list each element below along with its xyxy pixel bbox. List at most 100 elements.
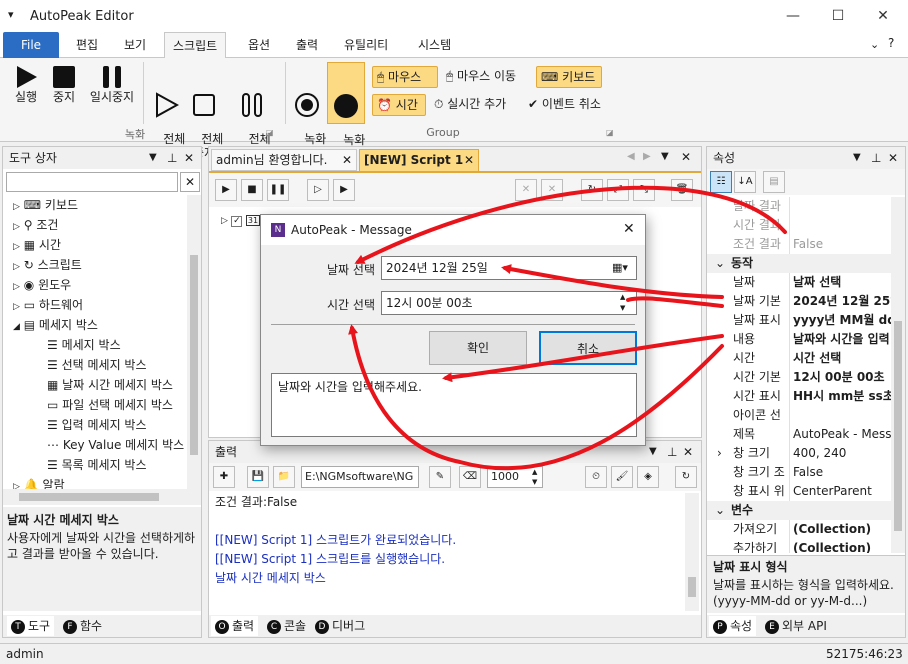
timestamp-button[interactable]: ⏲ xyxy=(585,466,607,488)
new-log-button[interactable]: ✚ xyxy=(213,466,235,488)
dropdown-icon[interactable]: ▼ xyxy=(649,441,657,463)
tree-item-input-messagebox[interactable]: ☰ 입력 메세지 박스 xyxy=(3,415,186,435)
tab-script-1[interactable]: [NEW] Script 1 ✕ xyxy=(359,149,479,171)
dropdown-icon[interactable]: ▼ xyxy=(661,151,669,162)
collapse-icon[interactable]: ⌄ xyxy=(715,501,725,520)
tree-item-messagebox[interactable]: ◢ ▤ 메세지 박스 xyxy=(3,315,186,335)
ribbon-collapse-icon[interactable]: ⌄ xyxy=(870,38,879,51)
collapse-button[interactable]: ⤡ xyxy=(633,179,655,201)
menu-edit[interactable]: 편집 xyxy=(68,32,106,58)
tab-welcome[interactable]: admin님 환영합니다. ✕ xyxy=(211,149,357,171)
system-menu-icon[interactable]: ▾ xyxy=(8,8,14,21)
run-button[interactable]: 실행 xyxy=(8,64,44,104)
dropdown-icon[interactable]: ▼ xyxy=(853,147,861,169)
tree-item-list-messagebox[interactable]: ☰ 목록 메세지 박스 xyxy=(3,455,186,475)
menu-utility[interactable]: 유틸리티 xyxy=(336,32,396,58)
refresh-button[interactable]: ↻ xyxy=(581,179,603,201)
property-row[interactable]: 내용 날짜와 시간을 입력 xyxy=(707,330,891,349)
close-icon[interactable]: ✕ xyxy=(623,221,635,237)
alphabetical-button[interactable]: ↓A xyxy=(734,171,756,193)
property-row[interactable]: 창 표시 위 CenterParent xyxy=(707,482,891,501)
pause-button[interactable]: 일시중지 xyxy=(86,64,138,104)
property-row[interactable]: 시간 결과 xyxy=(707,216,891,235)
tab-debug[interactable]: D 디버그 xyxy=(311,616,369,636)
tree-item-alarm[interactable]: ▷ 🔔 알람 xyxy=(3,475,186,489)
calendar-dropdown-icon[interactable]: ▦▾ xyxy=(612,257,628,279)
time-record-toggle[interactable]: ⏰ 시간 xyxy=(372,94,426,116)
script-run-from-button[interactable]: ▷ xyxy=(307,179,329,201)
property-category[interactable]: 변수 ⌄ xyxy=(707,501,891,520)
property-row[interactable]: 날짜 날짜 선택 xyxy=(707,273,891,292)
help-icon[interactable]: ? xyxy=(888,36,894,50)
close-icon[interactable]: ✕ xyxy=(888,147,898,169)
tab-scroll-left-icon[interactable]: ◀ xyxy=(627,151,635,162)
property-row[interactable]: 시간 시간 선택 xyxy=(707,349,891,368)
menu-output[interactable]: 출력 xyxy=(288,32,326,58)
scroll-thumb[interactable] xyxy=(190,255,198,455)
property-row[interactable]: 창 크기 조 False xyxy=(707,463,891,482)
keyboard-record-toggle[interactable]: ⌨ 키보드 xyxy=(536,66,602,88)
toolbox-search-input[interactable] xyxy=(6,172,178,192)
pin-icon[interactable]: ⊥ xyxy=(871,147,881,169)
property-row[interactable]: 시간 표시 HH시 mm분 ss초 xyxy=(707,387,891,406)
menu-script[interactable]: 스크립트 xyxy=(164,32,227,59)
close-icon[interactable]: ✕ xyxy=(683,441,693,463)
pin-icon[interactable]: ⊥ xyxy=(667,441,677,463)
pin-icon[interactable]: ⊥ xyxy=(167,147,177,169)
tab-properties[interactable]: P 속성 xyxy=(709,616,757,636)
expand-button[interactable]: ⤢ xyxy=(607,179,629,201)
dropdown-icon[interactable]: ▼ xyxy=(149,147,157,169)
spinner-icon[interactable]: ▲ ▼ xyxy=(620,292,625,314)
auto-clear-button[interactable]: ✎ xyxy=(429,466,451,488)
tab-console[interactable]: C 콘솔 xyxy=(263,616,310,636)
clear-button[interactable]: ✕ xyxy=(541,179,563,201)
fill-color-button[interactable]: ◈ xyxy=(637,466,659,488)
mouse-record-toggle[interactable]: 🖱 마우스 xyxy=(372,66,438,88)
script-tree-root[interactable]: ▷ ✓ 31 xyxy=(221,213,261,227)
script-stop-button[interactable]: ■ xyxy=(241,179,263,201)
tree-item-keyboard[interactable]: ▷ ⌨ 키보드 xyxy=(3,195,186,215)
expand-icon[interactable]: › xyxy=(717,444,722,463)
tab-scroll-right-icon[interactable]: ▶ xyxy=(643,151,651,162)
eraser-button[interactable]: ⌫ xyxy=(459,466,481,488)
open-folder-button[interactable]: 📁 xyxy=(273,466,295,488)
stop-button[interactable]: 중지 xyxy=(46,64,82,104)
close-icon[interactable]: ✕ xyxy=(184,147,194,169)
property-row[interactable]: 날짜 표시 yyyy년 MM월 dd xyxy=(707,311,891,330)
trash-button[interactable]: 🗑 xyxy=(671,179,693,201)
tree-item-script[interactable]: ▷ ↻ 스크립트 xyxy=(3,255,186,275)
mouse-move-toggle[interactable]: 🖱 마우스 이동 xyxy=(442,66,520,88)
maximize-button[interactable]: ☐ xyxy=(815,0,861,32)
realtime-add-toggle[interactable]: ⏱ 실시간 추가 xyxy=(430,94,510,116)
close-icon[interactable]: ✕ xyxy=(681,150,691,164)
max-lines-input[interactable]: 1000 ▲ ▼ xyxy=(487,466,543,488)
record-stop-button[interactable]: 녹화 중지 xyxy=(327,62,365,161)
property-row[interactable]: 추가하기 (Collection) xyxy=(707,539,891,553)
message-textbox[interactable]: 날짜와 시간을 입력해주세요. xyxy=(271,373,637,437)
tab-tools[interactable]: T 도구 xyxy=(7,616,55,636)
property-row[interactable]: 날짜 기본 2024년 12월 25일 xyxy=(707,292,891,311)
tree-item-hardware[interactable]: ▷ ▭ 하드웨어 xyxy=(3,295,186,315)
property-row[interactable]: 제목 AutoPeak - Messa xyxy=(707,425,891,444)
menu-options[interactable]: 옵션 xyxy=(240,32,278,58)
menu-view[interactable]: 보기 xyxy=(116,32,154,58)
tab-external-api[interactable]: E 외부 API xyxy=(761,616,831,636)
script-pause-button[interactable]: ❚❚ xyxy=(267,179,289,201)
refresh-button[interactable]: ↻ xyxy=(675,466,697,488)
menu-file[interactable]: File xyxy=(3,32,59,58)
tab-functions[interactable]: F 함수 xyxy=(59,616,106,636)
menu-system[interactable]: 시스템 xyxy=(410,32,459,58)
date-picker[interactable]: 2024년 12월 25일 ▦▾ xyxy=(381,256,637,280)
time-picker[interactable]: 12시 00분 00초 ▲ ▼ xyxy=(381,291,637,315)
log-path-input[interactable]: E:\NGMsoftware\NG xyxy=(301,466,419,488)
cancel-button[interactable]: 취소 xyxy=(539,331,637,365)
tree-item-keyvalue-messagebox[interactable]: ⋯ Key Value 메세지 박스 xyxy=(3,435,186,455)
tree-item-select-messagebox[interactable]: ☰ 선택 메세지 박스 xyxy=(3,355,186,375)
ok-button[interactable]: 확인 xyxy=(429,331,527,365)
property-row[interactable]: 가져오기 (Collection) xyxy=(707,520,891,539)
property-row[interactable]: 창 크기 › 400, 240 xyxy=(707,444,891,463)
property-row[interactable]: 조건 결과 False xyxy=(707,235,891,254)
output-vscrollbar[interactable] xyxy=(685,493,699,611)
tab-output[interactable]: O 출력 xyxy=(211,616,259,636)
group-launcher-icon[interactable]: ◪ xyxy=(606,128,614,137)
